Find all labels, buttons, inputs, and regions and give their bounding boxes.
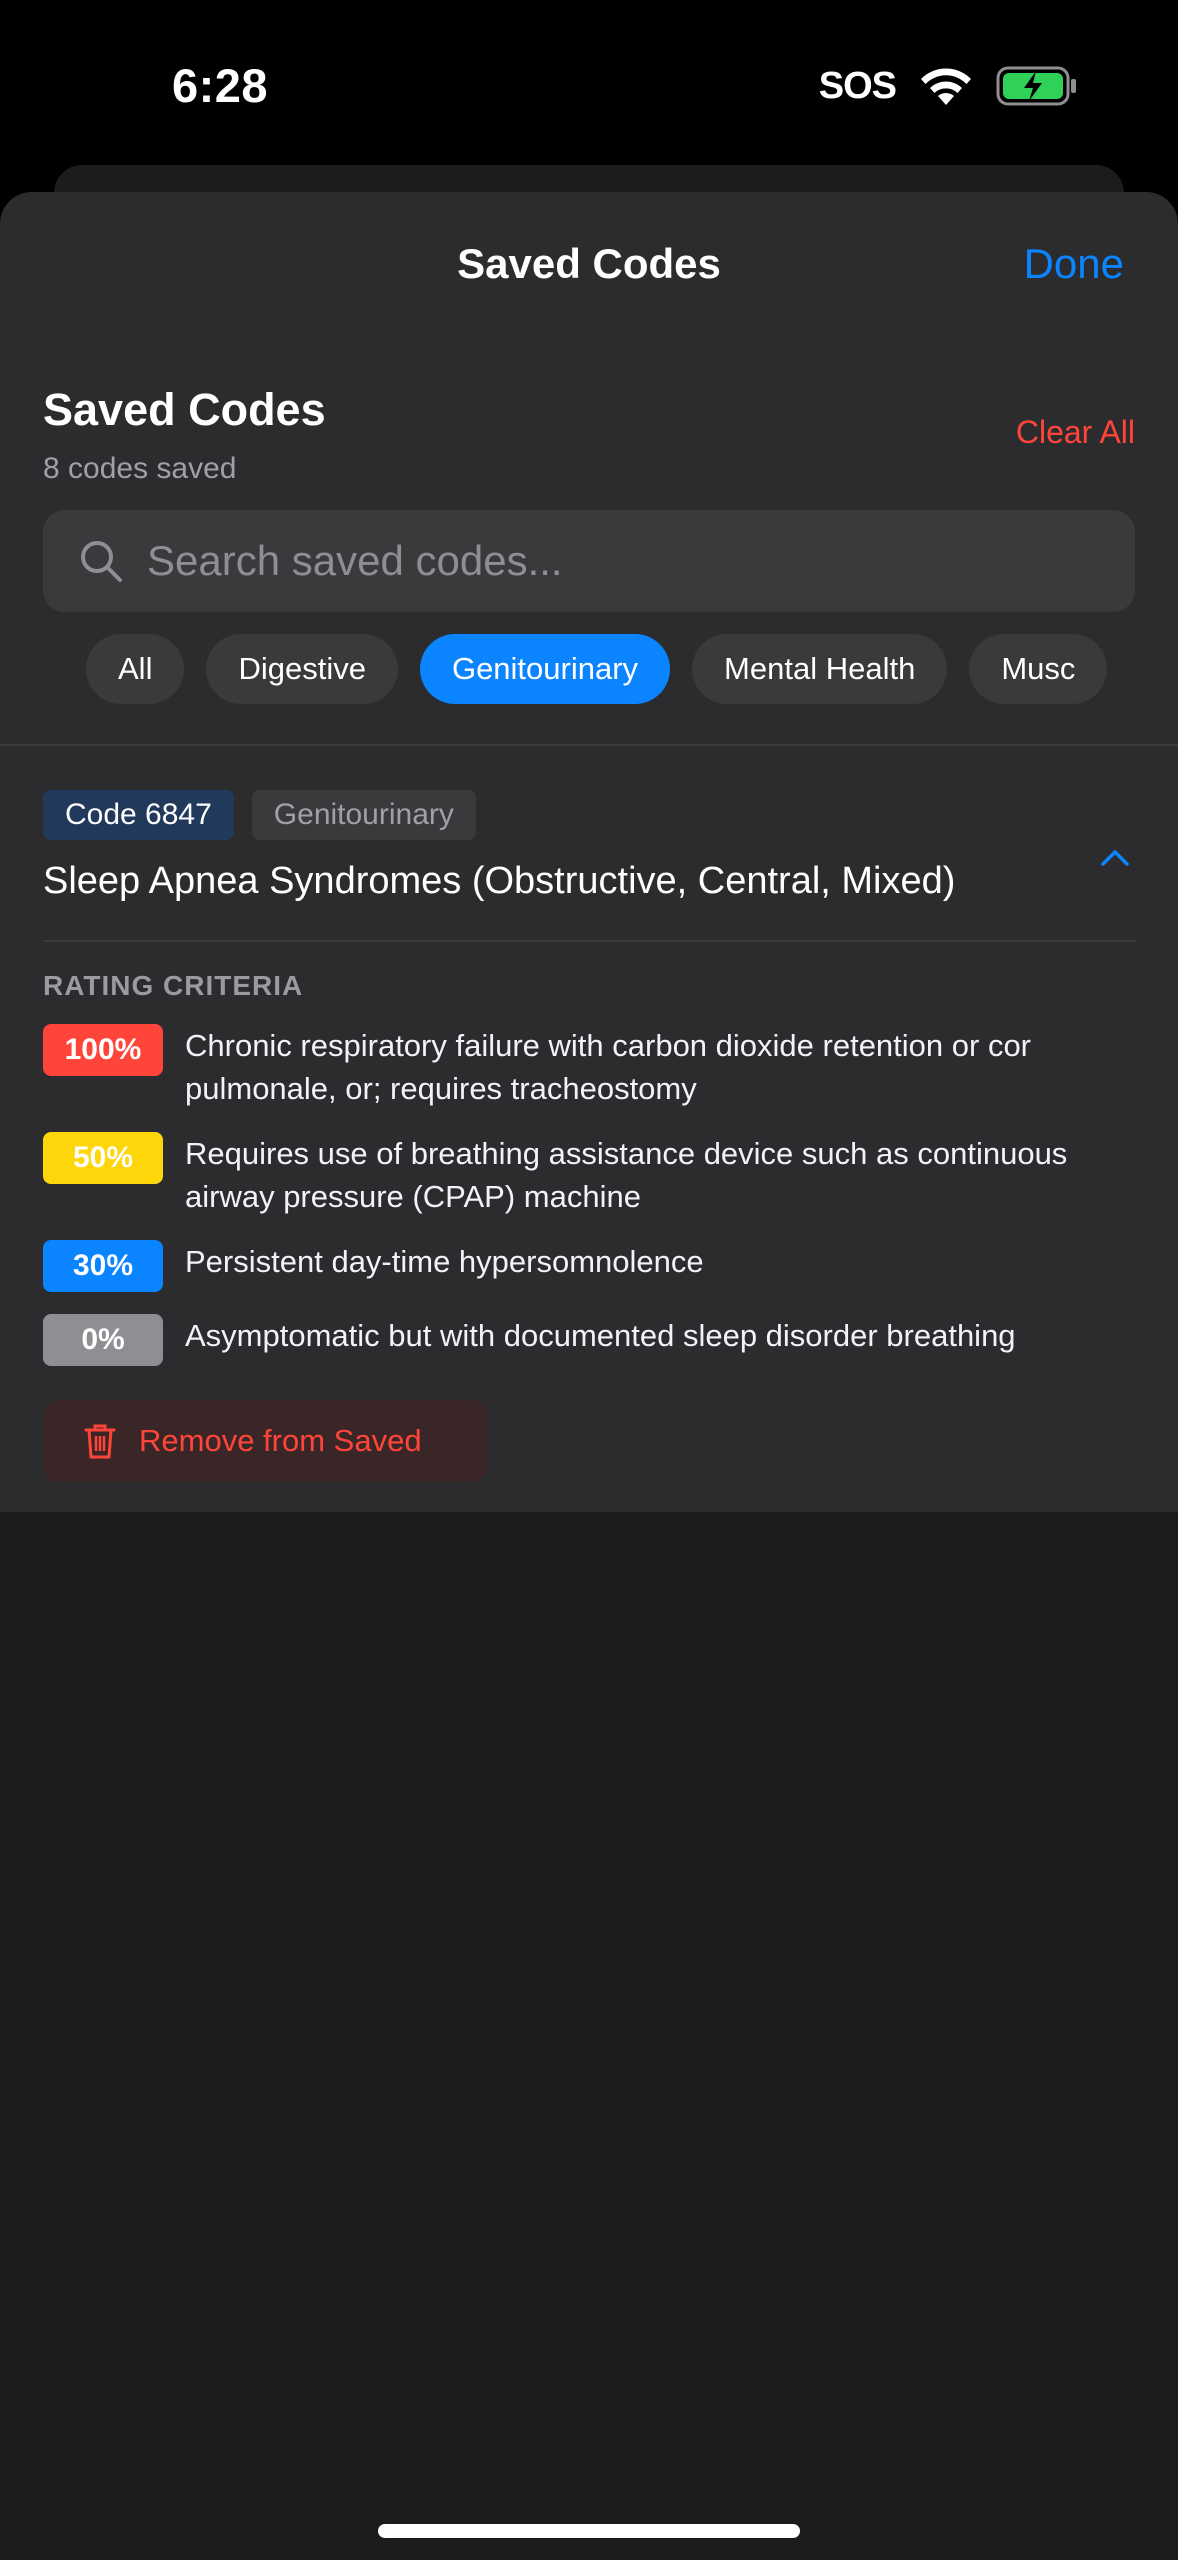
trash-icon — [84, 1424, 116, 1459]
list-header: Saved Codes 8 codes saved Clear All — [43, 384, 1135, 486]
criteria-row: 50% Requires use of breathing assistance… — [43, 1132, 1135, 1218]
divider — [43, 940, 1135, 942]
status-time: 6:28 — [172, 59, 269, 112]
rating-badge: 0% — [43, 1314, 163, 1366]
sheet-content: Saved Codes Done Saved Codes 8 codes sav… — [0, 192, 1178, 1512]
chip-digestive[interactable]: Digestive — [206, 634, 398, 704]
sos-indicator: SOS — [818, 64, 897, 107]
remove-label: Remove from Saved — [139, 1423, 422, 1458]
rating-badge: 30% — [43, 1240, 163, 1292]
chip-musculoskeletal[interactable]: Musc — [969, 634, 1108, 704]
code-title: Sleep Apnea Syndromes (Obstructive, Cent… — [43, 860, 956, 902]
criteria-text: Asymptomatic but with documented sleep d… — [185, 1318, 1016, 1353]
divider — [0, 744, 1178, 746]
code-card-header[interactable]: Code 6847 Genitourinary Sleep Apnea Synd… — [43, 790, 1135, 903]
chip-genitourinary[interactable]: Genitourinary — [419, 634, 671, 704]
search-bar[interactable] — [43, 510, 1135, 612]
criteria-row: 100% Chronic respiratory failure with ca… — [43, 1024, 1135, 1110]
tags: Code 6847 Genitourinary — [43, 790, 1135, 840]
criteria-text: Requires use of breathing assistance dev… — [185, 1136, 1068, 1214]
battery-charging-icon — [996, 65, 1078, 107]
chevron-up-icon[interactable] — [1095, 838, 1135, 878]
status-icons: SOS — [819, 62, 1078, 110]
list-title: Saved Codes — [43, 384, 326, 435]
clear-all-button[interactable]: Clear All — [1016, 414, 1135, 451]
wifi-icon — [918, 65, 974, 107]
category-filter-chips: All Digestive Genitourinary Mental Healt… — [86, 634, 1135, 704]
nav-title: Saved Codes — [457, 240, 721, 287]
criteria-text: Persistent day-time hypersomnolence — [185, 1244, 704, 1279]
remove-from-saved-button[interactable]: Remove from Saved — [43, 1400, 487, 1482]
search-icon — [81, 541, 122, 582]
criteria-text: Chronic respiratory failure with carbon … — [185, 1028, 1032, 1106]
rating-badge: 50% — [43, 1132, 163, 1184]
home-indicator[interactable] — [378, 2524, 800, 2538]
nav-bar: Saved Codes Done — [0, 192, 1178, 342]
saved-codes-sheet: Saved Codes Done Saved Codes 8 codes sav… — [0, 192, 1178, 2560]
chip-mental-health[interactable]: Mental Health — [692, 634, 948, 704]
rating-criteria: RATING CRITERIA 100% Chronic respiratory… — [43, 970, 1135, 1366]
rating-badge: 100% — [43, 1024, 163, 1076]
chip-all[interactable]: All — [86, 634, 185, 704]
criteria-row: 30% Persistent day-time hypersomnolence — [43, 1240, 1135, 1292]
criteria-label: RATING CRITERIA — [43, 970, 304, 1001]
search-input[interactable] — [147, 537, 1135, 585]
screen: 6:28 SOS Saved Codes Done Saved Codes 8 … — [0, 0, 1178, 2560]
done-button[interactable]: Done — [1024, 240, 1124, 288]
saved-count: 8 codes saved — [43, 452, 237, 485]
criteria-row: 0% Asymptomatic but with documented slee… — [43, 1314, 1135, 1366]
category-badge: Genitourinary — [251, 790, 476, 840]
code-badge: Code 6847 — [43, 790, 234, 840]
